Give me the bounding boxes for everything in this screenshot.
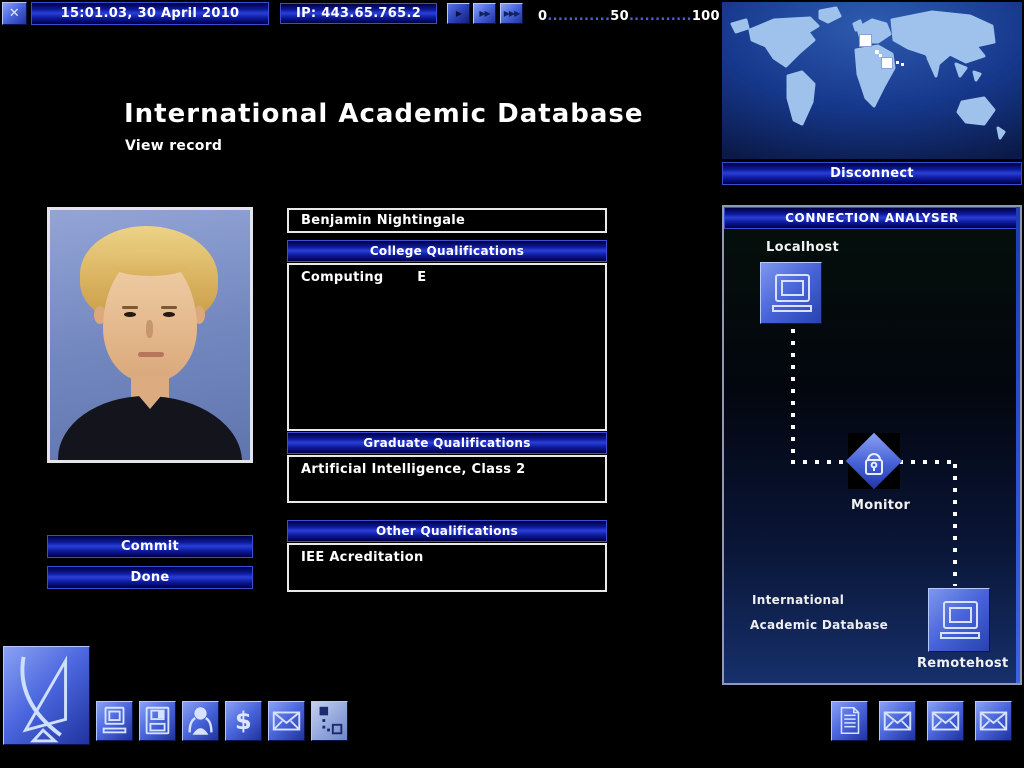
record-photo <box>47 207 253 463</box>
localhost-label: Localhost <box>766 240 839 255</box>
close-button[interactable]: ✕ <box>2 2 27 25</box>
satellite-dish-icon <box>20 655 68 743</box>
lan-view-button[interactable] <box>311 701 348 741</box>
lock-icon <box>865 453 883 475</box>
envelope-icon <box>883 711 912 731</box>
route-line-vertical-1 <box>791 329 795 462</box>
uplink-screen: ✕ 15:01.03, 30 April 2010 IP: 443.65.765… <box>0 0 1024 768</box>
remotehost-label: Remotehost <box>917 656 1009 671</box>
uplink-logo <box>3 646 90 745</box>
envelope-icon <box>979 711 1008 731</box>
other-qualifications-text: IEE Acreditation <box>301 550 424 565</box>
dollar-icon: $ <box>235 707 252 735</box>
page-subtitle: View record <box>125 138 223 154</box>
graduate-qualifications-field[interactable]: Artificial Intelligence, Class 2 <box>287 455 607 503</box>
college-qualifications-field[interactable]: Computing E <box>287 263 607 431</box>
news-document-icon <box>840 707 860 735</box>
panel-edge-highlight <box>1016 207 1020 683</box>
fast-forward-icon: ▶▶ <box>479 9 490 18</box>
remote-name-line2: Academic Database <box>750 618 889 632</box>
email-button[interactable] <box>927 701 964 741</box>
map-route-node[interactable] <box>859 34 872 47</box>
remote-name-line1: International <box>752 593 845 607</box>
send-mail-button[interactable] <box>268 701 305 741</box>
clock-display: 15:01.03, 30 April 2010 <box>31 2 269 25</box>
other-qualifications-field[interactable]: IEE Acreditation <box>287 543 607 592</box>
graduate-qualifications-text: Artificial Intelligence, Class 2 <box>301 462 526 477</box>
hardware-button[interactable] <box>96 701 133 741</box>
record-name-text: Benjamin Nightingale <box>301 213 466 228</box>
route-line-vertical-2 <box>953 464 957 586</box>
speed-fast-button[interactable]: ▶▶ <box>473 3 496 24</box>
close-icon: ✕ <box>8 6 21 21</box>
email-button[interactable] <box>975 701 1012 741</box>
person-icon <box>188 707 213 735</box>
analyser-title-bar: CONNECTION ANALYSER <box>724 207 1020 229</box>
monitor-label: Monitor <box>851 498 911 513</box>
cpu-usage-scale[interactable]: 0............50............100 <box>538 9 720 24</box>
done-button[interactable]: Done <box>47 566 253 589</box>
envelope-icon <box>272 711 301 731</box>
disconnect-button[interactable]: Disconnect <box>722 162 1022 185</box>
ip-text: IP: 443.65.765.2 <box>295 6 422 21</box>
envelope-icon <box>931 711 960 731</box>
graduate-qualifications-header: Graduate Qualifications <box>287 432 607 454</box>
other-qualifications-header: Other Qualifications <box>287 520 607 542</box>
cpu-scale-0: 0 <box>538 9 548 24</box>
monitor-security-node[interactable] <box>845 432 903 490</box>
commit-button[interactable]: Commit <box>47 535 253 558</box>
finance-button[interactable]: $ <box>225 701 262 741</box>
cpu-scale-dots: ............ <box>547 9 611 24</box>
remotehost-computer-icon[interactable] <box>928 588 990 652</box>
speed-fastest-button[interactable]: ▶▶▶ <box>500 3 523 24</box>
record-name-field[interactable]: Benjamin Nightingale <box>287 208 607 233</box>
college-qualifications-header: College Qualifications <box>287 240 607 262</box>
datetime-text: 15:01.03, 30 April 2010 <box>60 6 240 21</box>
connection-analyser-panel: CONNECTION ANALYSER Localhost Monitor In… <box>722 205 1022 685</box>
cpu-scale-dots: ............ <box>628 9 692 24</box>
software-button[interactable] <box>139 701 176 741</box>
speed-normal-button[interactable]: ▶ <box>447 3 470 24</box>
college-qualifications-text: Computing E <box>301 270 427 285</box>
cpu-scale-50: 50 <box>610 9 629 24</box>
map-route-node[interactable] <box>881 57 893 69</box>
world-map-graphic <box>722 2 1022 159</box>
world-map[interactable] <box>722 2 1022 159</box>
email-button[interactable] <box>879 701 916 741</box>
page-title: International Academic Database <box>124 99 644 129</box>
fastest-forward-icon: ▶▶▶ <box>503 9 521 18</box>
play-icon: ▶ <box>455 9 462 18</box>
floppy-disk-icon <box>145 706 170 735</box>
ip-display: IP: 443.65.765.2 <box>280 3 437 24</box>
localhost-computer-icon[interactable] <box>760 262 822 324</box>
cpu-scale-100: 100 <box>691 9 720 24</box>
computer-icon <box>102 706 127 734</box>
lan-icon <box>319 706 343 735</box>
news-button[interactable] <box>831 701 868 741</box>
status-button[interactable] <box>182 701 219 741</box>
